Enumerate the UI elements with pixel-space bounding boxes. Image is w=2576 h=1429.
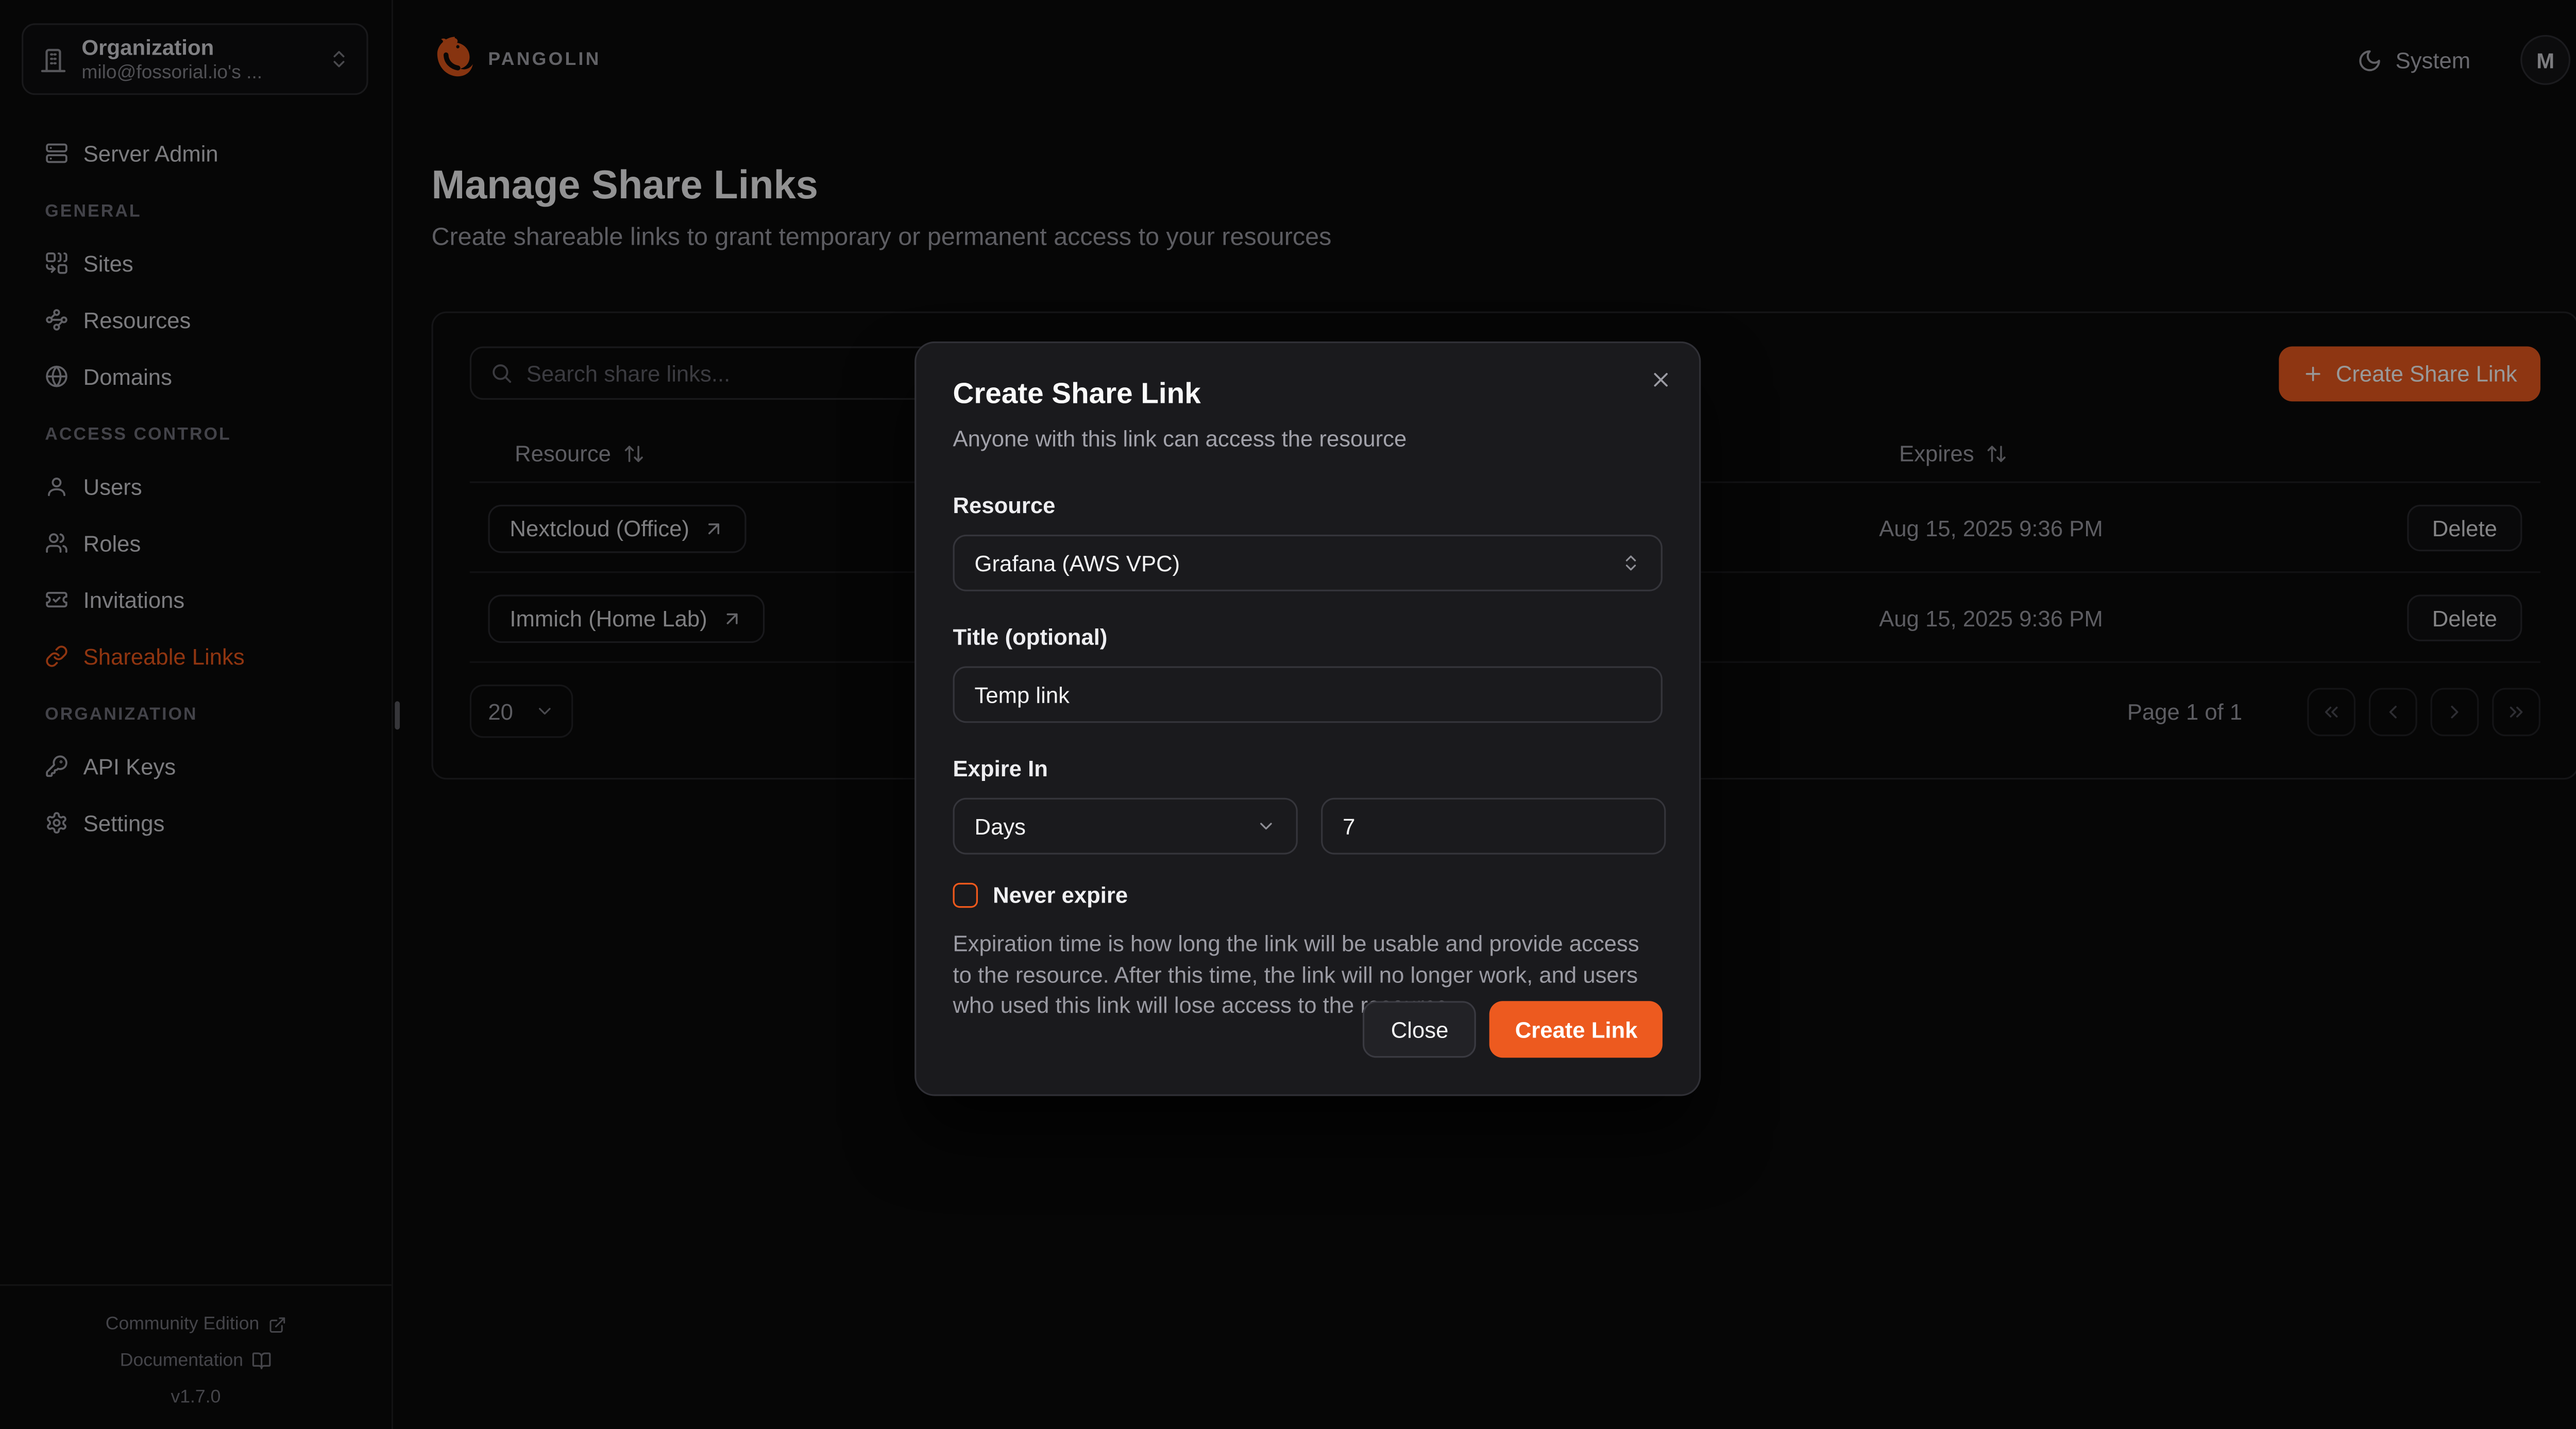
resource-field-label: Resource <box>953 493 1663 520</box>
expire-unit-value: Days <box>975 814 1026 839</box>
modal-title: Create Share Link <box>953 377 1663 412</box>
modal-close-button[interactable]: Close <box>1363 1001 1477 1058</box>
title-input[interactable] <box>975 682 1641 707</box>
resource-select-value: Grafana (AWS VPC) <box>975 551 1180 576</box>
chevrons-up-down-icon <box>1621 553 1641 573</box>
expire-unit-select[interactable]: Days <box>953 798 1298 855</box>
expire-value-input[interactable] <box>1343 814 1644 839</box>
expire-field-label: Expire In <box>953 756 1663 783</box>
expire-row: Days <box>953 783 1663 855</box>
never-expire-label: Never expire <box>993 883 1128 908</box>
never-expire-row: Never expire <box>953 883 1663 908</box>
expire-value-wrap <box>1321 798 1666 855</box>
app-root: Organization milo@fossorial.io's ... Ser… <box>0 0 2576 1429</box>
chevron-down-icon <box>1256 816 1276 836</box>
create-share-link-modal: Create Share Link Anyone with this link … <box>914 342 1701 1096</box>
modal-create-link-button[interactable]: Create Link <box>1490 1001 1663 1058</box>
title-input-wrap <box>953 666 1663 723</box>
close-icon[interactable] <box>1649 368 1672 392</box>
modal-actions: Close Create Link <box>1363 1001 1663 1058</box>
title-field-label: Title (optional) <box>953 625 1663 652</box>
modal-subtitle: Anyone with this link can access the res… <box>953 427 1663 453</box>
resource-select[interactable]: Grafana (AWS VPC) <box>953 535 1663 591</box>
never-expire-checkbox[interactable] <box>953 883 978 908</box>
